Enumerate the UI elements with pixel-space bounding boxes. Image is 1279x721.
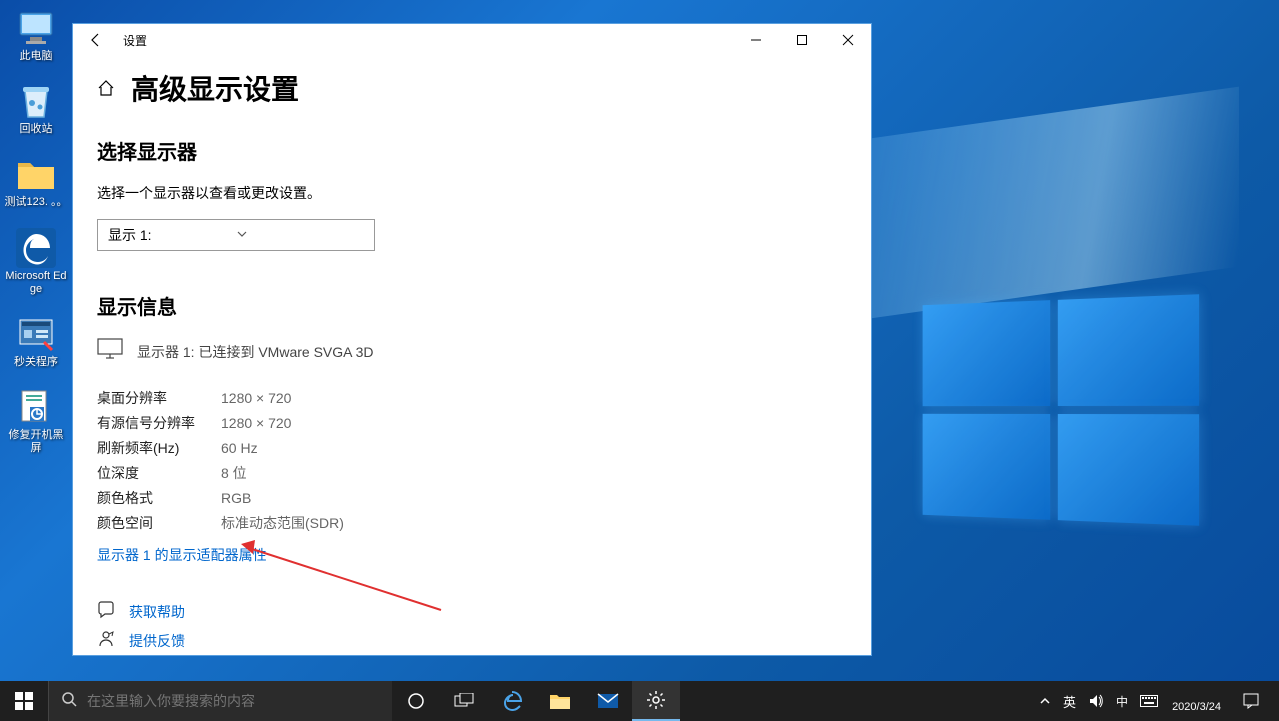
- tray-ime-mode[interactable]: 英: [1057, 692, 1082, 711]
- close-button[interactable]: [825, 24, 871, 56]
- get-help-link[interactable]: 获取帮助: [129, 602, 185, 622]
- display-selector-value: 显示 1:: [108, 225, 236, 245]
- desktop-icon-shutdown-app[interactable]: 秒关程序: [4, 314, 68, 369]
- task-view-button[interactable]: [440, 681, 488, 721]
- page-title: 高级显示设置: [131, 68, 299, 108]
- taskbar-mail[interactable]: [584, 681, 632, 721]
- feedback-link[interactable]: 提供反馈: [129, 631, 185, 651]
- taskbar-search[interactable]: [48, 681, 392, 721]
- monitor-icon: [97, 338, 123, 365]
- help-icon: [97, 601, 115, 622]
- chevron-down-icon: [236, 227, 364, 243]
- tray-clock[interactable]: . 2020/3/24: [1164, 688, 1229, 714]
- taskbar-edge[interactable]: [488, 681, 536, 721]
- taskbar: 英 中 . 2020/3/24: [0, 681, 1279, 721]
- table-row: 桌面分辨率1280 × 720: [97, 385, 847, 410]
- taskbar-file-explorer[interactable]: [536, 681, 584, 721]
- taskbar-settings[interactable]: [632, 681, 680, 721]
- desktop-icon-repair-app[interactable]: 修复开机黑屏: [4, 387, 68, 455]
- back-button[interactable]: [73, 24, 119, 56]
- desktop-icon-this-pc[interactable]: 此电脑: [4, 8, 68, 63]
- start-button[interactable]: [0, 681, 48, 721]
- tray-expand[interactable]: [1033, 695, 1057, 707]
- tray-volume[interactable]: [1082, 693, 1110, 709]
- desktop-icon-edge[interactable]: Microsoft Edge: [4, 228, 68, 296]
- search-input[interactable]: [87, 693, 380, 709]
- section-select-display: 选择显示器: [97, 136, 847, 165]
- display-selector[interactable]: 显示 1:: [97, 219, 375, 251]
- select-display-desc: 选择一个显示器以查看或更改设置。: [97, 183, 847, 203]
- window-title: 设置: [123, 32, 147, 49]
- display-info-table: 桌面分辨率1280 × 720 有源信号分辨率1280 × 720 刷新频率(H…: [97, 385, 847, 535]
- cortana-button[interactable]: [392, 681, 440, 721]
- section-display-info: 显示信息: [97, 291, 847, 320]
- home-icon[interactable]: [97, 79, 115, 97]
- desktop-icons: 此电脑 回收站 测试123. 。。 Microsoft Edge 秒关程序 修复…: [4, 8, 68, 474]
- maximize-button[interactable]: [779, 24, 825, 56]
- tray-keyboard[interactable]: [1134, 695, 1164, 707]
- desktop-icon-recycle-bin[interactable]: 回收站: [4, 81, 68, 136]
- search-icon: [61, 691, 77, 712]
- feedback-icon: [97, 630, 115, 651]
- titlebar: 设置: [73, 24, 871, 56]
- desktop-icon-test-folder[interactable]: 测试123. 。。: [4, 154, 68, 209]
- action-center[interactable]: [1229, 692, 1273, 710]
- table-row: 颜色空间标准动态范围(SDR): [97, 510, 847, 535]
- table-row: 有源信号分辨率1280 × 720: [97, 410, 847, 435]
- table-row: 刷新频率(Hz)60 Hz: [97, 435, 847, 460]
- table-row: 位深度8 位: [97, 460, 847, 485]
- table-row: 颜色格式RGB: [97, 485, 847, 510]
- tray-ime-lang[interactable]: 中: [1110, 693, 1134, 710]
- monitor-connection: 显示器 1: 已连接到 VMware SVGA 3D: [137, 342, 374, 362]
- minimize-button[interactable]: [733, 24, 779, 56]
- settings-window: 设置 高级显示设置 选择显示器 选择一个显示器以查看或更改设置。 显示 1: 显…: [72, 23, 872, 656]
- adapter-properties-link[interactable]: 显示器 1 的显示适配器属性: [97, 545, 267, 565]
